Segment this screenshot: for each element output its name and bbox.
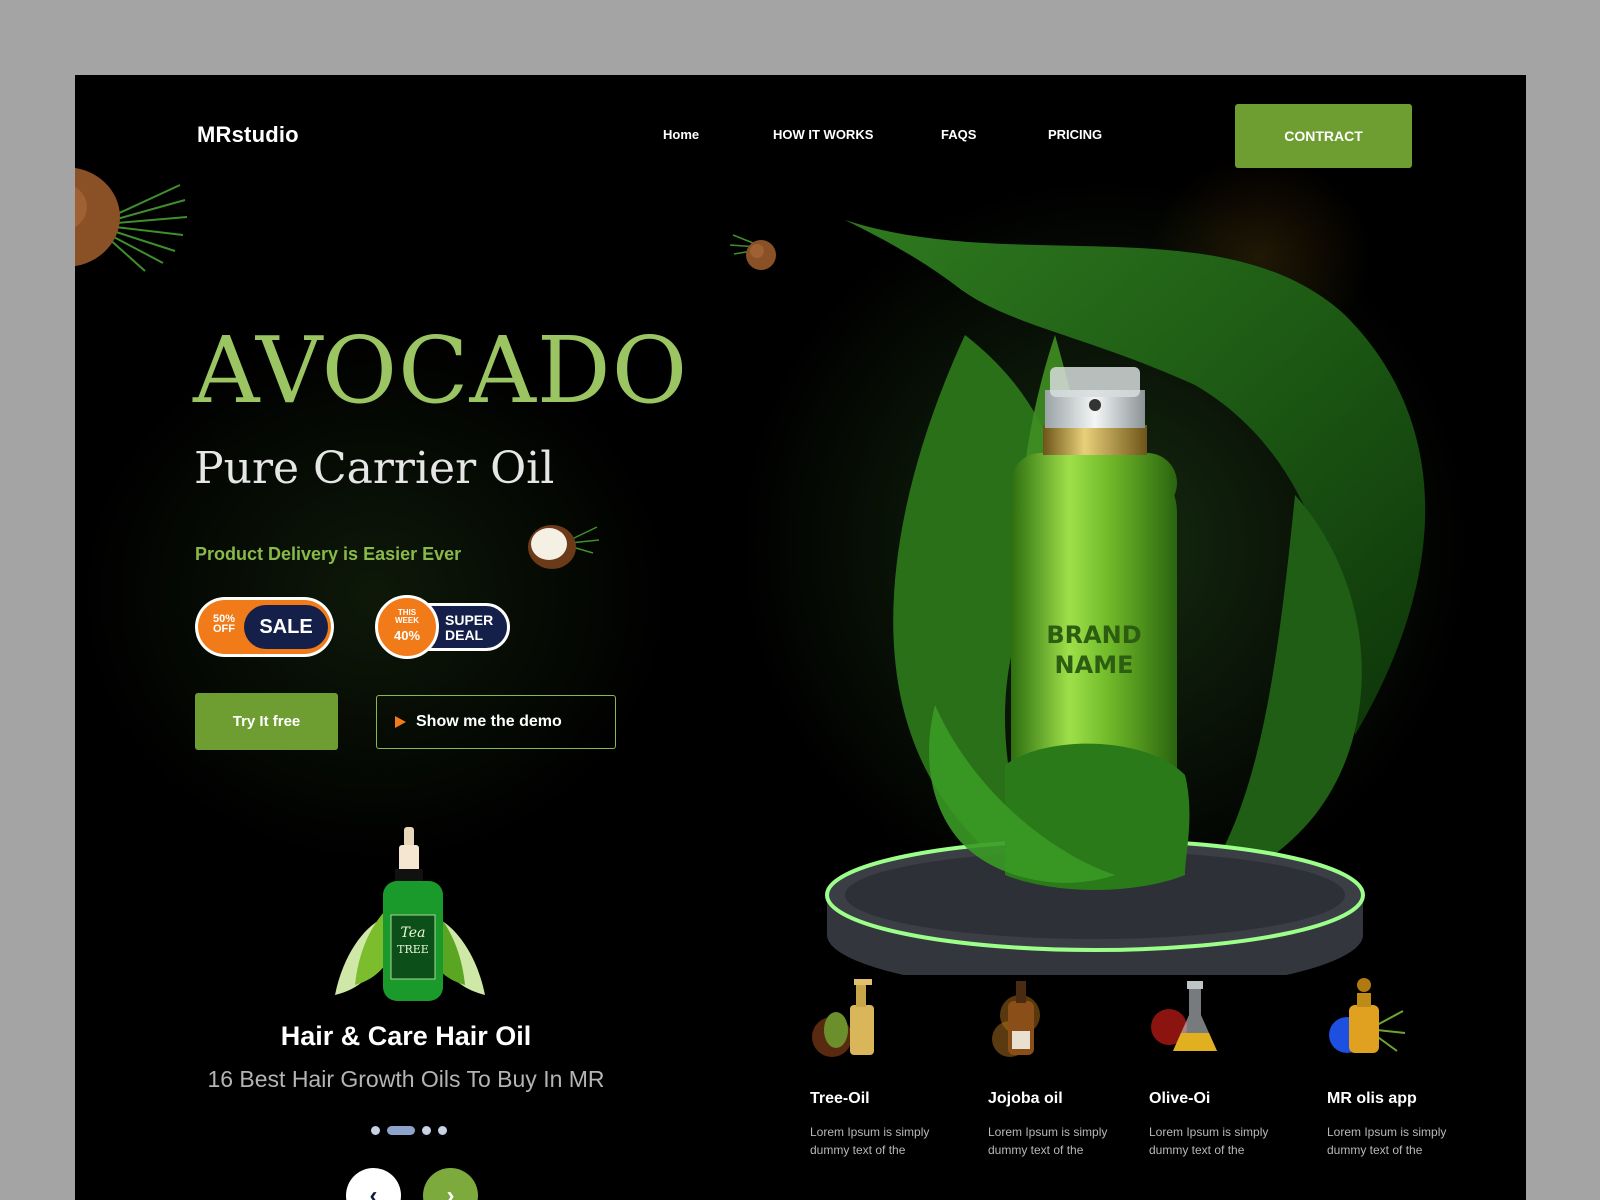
feature-description: Lorem Ipsum is simply dummy text of the bbox=[810, 1125, 930, 1157]
feature-name: Jojoba oil bbox=[988, 1090, 1063, 1107]
feature-name: MR olis app bbox=[1327, 1090, 1417, 1107]
feature-name: Tree-Oil bbox=[810, 1090, 870, 1107]
carousel-dot-3[interactable] bbox=[422, 1126, 431, 1135]
brand-logo[interactable]: MRstudio bbox=[197, 122, 299, 148]
show-demo-button[interactable]: Show me the demo bbox=[376, 695, 616, 749]
sale-badge-word: SALE bbox=[244, 605, 328, 649]
amber-bottle-icon bbox=[992, 981, 1040, 1057]
carousel-dot-1[interactable] bbox=[371, 1126, 380, 1135]
chevron-left-icon: ‹ bbox=[369, 1181, 378, 1200]
sale-badge-percent: 50% OFF bbox=[212, 613, 236, 635]
carousel-dots bbox=[371, 1126, 447, 1135]
hero-subtitle: Pure Carrier Oil bbox=[194, 443, 555, 494]
product-subtitle: 16 Best Hair Growth Oils To Buy In MR bbox=[207, 1066, 605, 1092]
super-deal-percent: THIS WEEK 40% bbox=[375, 595, 439, 659]
tea-tree-oil-bottle-image: Tea TREE bbox=[335, 827, 485, 1001]
feature-description: Lorem Ipsum is simply dummy text of the bbox=[988, 1125, 1108, 1157]
feature-description: Lorem Ipsum is simply dummy text of the bbox=[1327, 1125, 1447, 1157]
bottle-brand-line1: BRAND bbox=[1046, 621, 1141, 649]
show-demo-label: Show me the demo bbox=[416, 713, 562, 730]
hero-tagline: Product Delivery is Easier Ever bbox=[195, 544, 462, 564]
hero-product-image: BRAND NAME bbox=[825, 220, 1426, 975]
feature-name: Olive-Oi bbox=[1149, 1090, 1211, 1107]
gold-oil-bottle-icon bbox=[1329, 978, 1406, 1053]
half-coconut-decoration bbox=[528, 525, 600, 569]
feature-description: Lorem Ipsum is simply dummy text of the bbox=[1149, 1125, 1269, 1157]
try-it-free-button[interactable]: Try It free bbox=[195, 693, 338, 750]
chevron-right-icon: › bbox=[446, 1181, 455, 1200]
super-deal-badge: SUPER DEAL THIS WEEK 40% bbox=[375, 595, 512, 659]
bottle-brand-line2: NAME bbox=[1055, 651, 1134, 679]
tree-label: TREE bbox=[397, 943, 429, 956]
hero-title: AVOCADO bbox=[193, 317, 689, 424]
tea-label: Tea bbox=[401, 925, 426, 941]
oil-flask-icon bbox=[1151, 981, 1217, 1051]
carousel-dot-4[interactable] bbox=[438, 1126, 447, 1135]
sale-badge: 50% OFF SALE bbox=[195, 597, 334, 657]
nav-home[interactable]: Home bbox=[663, 127, 699, 142]
carousel-dot-2[interactable] bbox=[387, 1126, 415, 1135]
coconut-palm-decoration bbox=[75, 167, 188, 272]
landing-page: MRstudio Home HOW IT WORKS FAQS PRICING … bbox=[75, 75, 1526, 1200]
gold-pump-bottle-avocado-icon bbox=[812, 979, 874, 1057]
product-title: Hair & Care Hair Oil bbox=[280, 1021, 532, 1051]
play-icon bbox=[395, 716, 406, 728]
